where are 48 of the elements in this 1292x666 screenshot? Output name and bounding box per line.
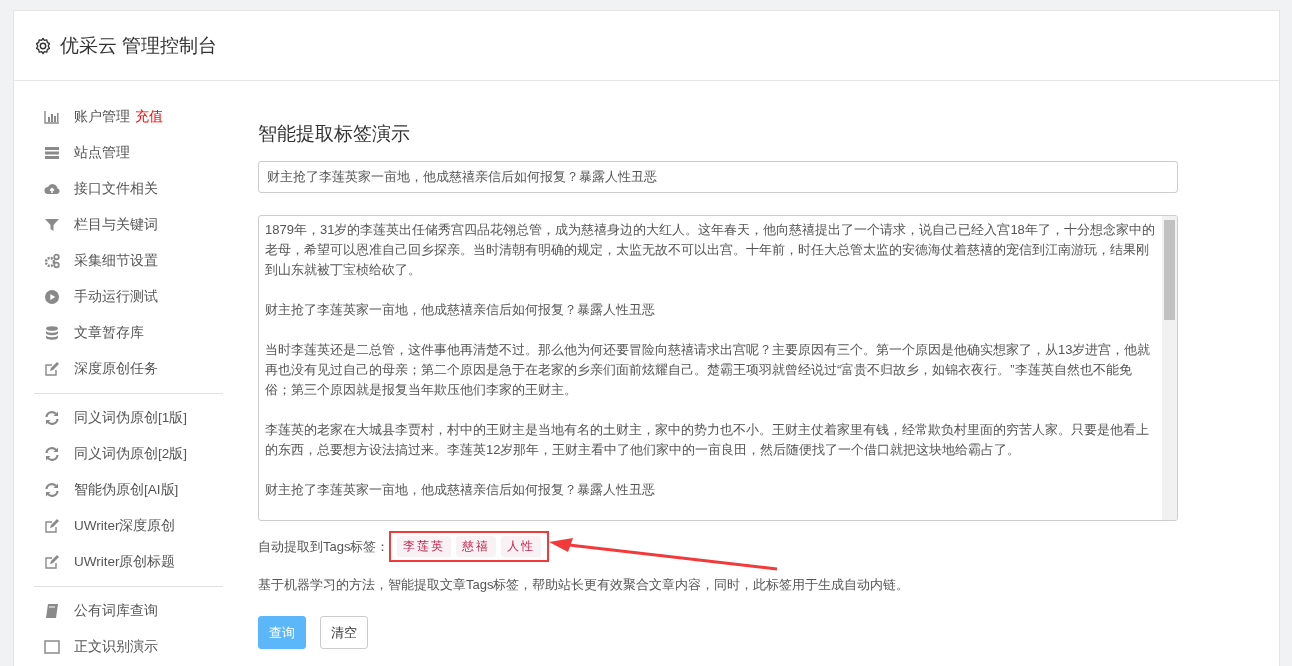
page-heading: 智能提取标签演示	[258, 122, 411, 146]
description-text: 基于机器学习的方法，智能提取文章Tags标签，帮助站长更有效聚合文章内容，同时，此标签用于生成自动内链。	[258, 576, 911, 594]
title-field[interactable]: 财主抢了李莲英家一亩地，他成慈禧亲信后如何报复？暴露人性丑恶	[258, 161, 1178, 193]
clear-button[interactable]: 清空	[320, 616, 368, 649]
cloud-upload-icon	[44, 181, 60, 197]
sidebar-item[interactable]: 同义词伪原创[2版]	[34, 436, 223, 472]
tag: 人性	[501, 536, 542, 557]
paragraph: 当时李莲英还是二总管，这件事他再清楚不过。那么他为何还要冒险向慈禧请求出宫呢？主要原因有三个。第一个原因是他确实想家了，从13岁进宫，他就再也没有见过自己的母亲；第二个原因是急于在老家的乡亲们面前炫耀自己。楚霸王项羽就曾经说过“富贵不归故乡，如锦衣夜行。”李莲英自然也不能免俗；第三个原因就是报复当年欺压他们李家的王财主。	[265, 341, 1152, 399]
play-icon	[44, 289, 60, 305]
sidebar-item[interactable]: UWriter原创标题	[34, 544, 223, 580]
sidebar-item[interactable]: 正文识别演示	[34, 629, 223, 665]
recharge-link[interactable]: 充值	[135, 108, 163, 126]
sidebar-item[interactable]: 手动运行测试	[34, 279, 223, 315]
bar-chart-icon	[44, 109, 60, 125]
tag: 李莲英	[397, 536, 452, 557]
sidebar-item[interactable]: 同义词伪原创[1版]	[34, 400, 223, 436]
sidebar-item[interactable]: 接口文件相关	[34, 171, 223, 207]
sidebar-item[interactable]: 智能伪原创[AI版]	[34, 472, 223, 508]
sidebar-item[interactable]: 采集细节设置	[34, 243, 223, 279]
refresh-icon	[44, 446, 60, 462]
paragraph: 财主抢了李莲英家一亩地，他成慈禧亲信后如何报复？暴露人性丑恶	[265, 301, 656, 319]
edit-icon	[44, 554, 60, 570]
edit-icon	[44, 518, 60, 534]
filter-icon	[44, 217, 60, 233]
server-icon	[44, 145, 60, 161]
tags-label: 自动提取到Tags标签：	[258, 537, 390, 556]
scrollbar[interactable]	[1162, 216, 1177, 520]
app-title: 优采云 管理控制台	[60, 33, 218, 58]
sidebar-item[interactable]: UWriter深度原创	[34, 508, 223, 544]
settings-icon	[34, 36, 52, 55]
square-icon	[44, 639, 60, 655]
tag: 慈禧	[456, 536, 497, 557]
edit-icon	[44, 361, 60, 377]
paragraph: 1879年，31岁的李莲英出任储秀宫四品花翎总管，成为慈禧身边的大红人。这年春天，他向慈禧提出了一个请求，说自己已经入宫18年了，十分想念家中的老母，希望可以恩准自己回乡探亲。当时清朝有明确的规定，太监无故不可以出宫。十年前，时任大总管太监的安德海仗着慈禧的宠信到江南游玩，结果刚到山东就被丁宝桢给砍了。	[265, 221, 1156, 279]
refresh-icon	[44, 482, 60, 498]
paragraph: 财主抢了李莲英家一亩地，他成慈禧亲信后如何报复？暴露人性丑恶	[265, 481, 656, 499]
database-icon	[44, 325, 60, 341]
sidebar-item[interactable]: 账户管理 充值	[34, 99, 223, 135]
paragraph: 李莲英的老家在大城县李贾村，村中的王财主是当地有名的土财主，家中的势力也不小。王财主仗着家里有钱，经常欺负村里面的穷苦人家。只要是他看上的东西，总要想方设法搞过来。李莲英12岁那年，王财主看中了他们家中的一亩良田，然后随便找了一个借口就把这块地给霸占了。	[265, 421, 1150, 459]
sidebar-item[interactable]: 深度原创任务	[34, 351, 223, 387]
sidebar-item[interactable]: 文章暂存库	[34, 315, 223, 351]
sidebar-item[interactable]: 公有词库查询	[34, 593, 223, 629]
gears-icon	[44, 253, 60, 269]
sidebar-item[interactable]: 站点管理	[34, 135, 223, 171]
sidebar-item[interactable]: 栏目与关键词	[34, 207, 223, 243]
refresh-icon	[44, 410, 60, 426]
book-icon	[44, 603, 60, 619]
content-field[interactable]	[258, 215, 1178, 521]
